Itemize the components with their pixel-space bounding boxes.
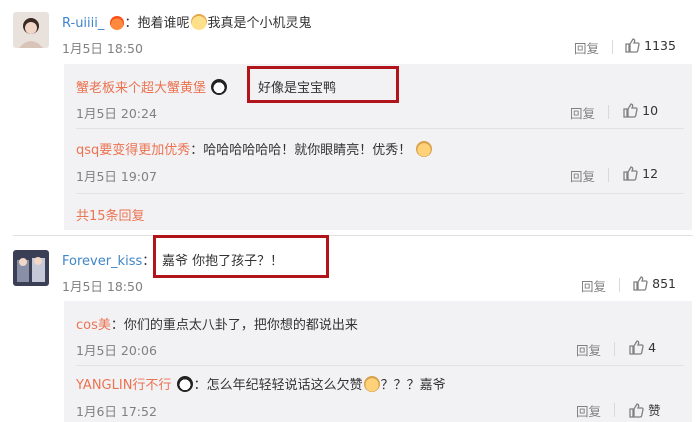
like-count: 12 bbox=[642, 166, 659, 181]
divider bbox=[76, 365, 684, 366]
thumbs-up-icon bbox=[633, 276, 648, 291]
cat-emoji-icon bbox=[190, 14, 207, 30]
comment-text: 我真是个小机灵鬼 bbox=[207, 16, 312, 31]
separator bbox=[608, 105, 609, 119]
like-button[interactable]: 851 bbox=[632, 275, 676, 292]
thumbs-up-icon bbox=[623, 103, 638, 118]
like-button[interactable]: 1135 bbox=[624, 37, 676, 54]
avatar[interactable] bbox=[13, 250, 49, 286]
thumbs-up-icon bbox=[623, 166, 638, 181]
reply-line: 蟹老板来个超大蟹黄堡 bbox=[76, 77, 228, 96]
username[interactable]: qsq要变得更加优秀 bbox=[76, 143, 190, 158]
username[interactable]: cos美 bbox=[76, 318, 111, 333]
like-label: 赞 bbox=[648, 403, 661, 418]
reply-line: qsq要变得更加优秀：哈哈哈哈哈哈！就你眼睛亮！优秀！ bbox=[76, 139, 433, 158]
reply-text: ：你们的重点太八卦了，把你想的都说出来 bbox=[110, 318, 358, 333]
panda-emoji-icon bbox=[176, 376, 193, 392]
separator bbox=[614, 342, 615, 356]
like-count: 851 bbox=[652, 276, 676, 291]
like-count: 10 bbox=[642, 103, 659, 118]
fire-badge-icon bbox=[109, 16, 124, 30]
like-button[interactable]: 4 bbox=[628, 339, 656, 356]
divider bbox=[13, 235, 693, 236]
timestamp: 1月5日 20:06 bbox=[76, 343, 157, 358]
more-replies-link[interactable]: 共15条回复 bbox=[76, 205, 145, 224]
separator bbox=[619, 278, 620, 292]
separator bbox=[608, 168, 609, 182]
like-button[interactable]: 12 bbox=[622, 165, 658, 182]
timestamp: 1月6日 17:52 bbox=[76, 404, 157, 419]
panda-emoji-icon bbox=[211, 79, 228, 95]
doge-emoji-icon bbox=[416, 141, 433, 157]
doge-emoji-icon bbox=[363, 376, 380, 392]
like-button[interactable]: 10 bbox=[622, 102, 658, 119]
username[interactable]: R-uiiii_ bbox=[62, 16, 104, 31]
like-count: 4 bbox=[648, 340, 657, 355]
reply-text: ：怎么年纪轻轻说话这么欠赞 bbox=[193, 378, 363, 393]
timestamp: 1月5日 18:50 bbox=[62, 41, 143, 56]
reply-text: ：哈哈哈哈哈哈！就你眼睛亮！优秀！ bbox=[190, 143, 412, 158]
divider bbox=[76, 128, 684, 129]
timestamp: 1月5日 18:50 bbox=[62, 279, 143, 294]
reply-button[interactable]: 回复 bbox=[576, 401, 601, 420]
separator bbox=[612, 40, 613, 54]
timestamp: 1月5日 19:07 bbox=[76, 169, 157, 184]
reply-button[interactable]: 回复 bbox=[581, 276, 606, 295]
reply-button[interactable]: 回复 bbox=[570, 166, 595, 185]
reply-text: 好像是宝宝鸭 bbox=[258, 81, 337, 96]
username[interactable]: YANGLIN行不行 bbox=[76, 378, 171, 393]
reply-button[interactable]: 回复 bbox=[576, 340, 601, 359]
thumbs-up-icon bbox=[629, 340, 644, 355]
username[interactable]: Forever_kiss bbox=[62, 254, 142, 269]
separator bbox=[614, 403, 615, 417]
reply-button[interactable]: 回复 bbox=[574, 38, 599, 57]
reply-text: ？？？嘉爷 bbox=[380, 378, 446, 393]
reply-line: YANGLIN行不行 ：怎么年纪轻轻说话这么欠赞 ？？？嘉爷 bbox=[76, 374, 446, 393]
comment-1-line: R-uiiii_ ：抱着谁呢 我真是个小机灵鬼 bbox=[62, 12, 312, 31]
reply-button[interactable]: 回复 bbox=[570, 103, 595, 122]
comment-text: 嘉爷 你抱了孩子？！ bbox=[162, 254, 284, 269]
thumbs-up-icon bbox=[625, 38, 640, 53]
comment-text: ：抱着谁呢 bbox=[124, 16, 190, 31]
timestamp: 1月5日 20:24 bbox=[76, 106, 157, 121]
username[interactable]: 蟹老板来个超大蟹黄堡 bbox=[76, 81, 206, 96]
reply-line: cos美：你们的重点太八卦了，把你想的都说出来 bbox=[76, 314, 358, 333]
divider bbox=[76, 193, 684, 194]
like-count: 1135 bbox=[644, 38, 676, 53]
thumbs-up-icon bbox=[629, 403, 644, 418]
avatar[interactable] bbox=[13, 12, 49, 48]
like-button[interactable]: 赞 bbox=[628, 400, 661, 419]
comment-2-user-line: Forever_kiss： bbox=[62, 254, 156, 269]
